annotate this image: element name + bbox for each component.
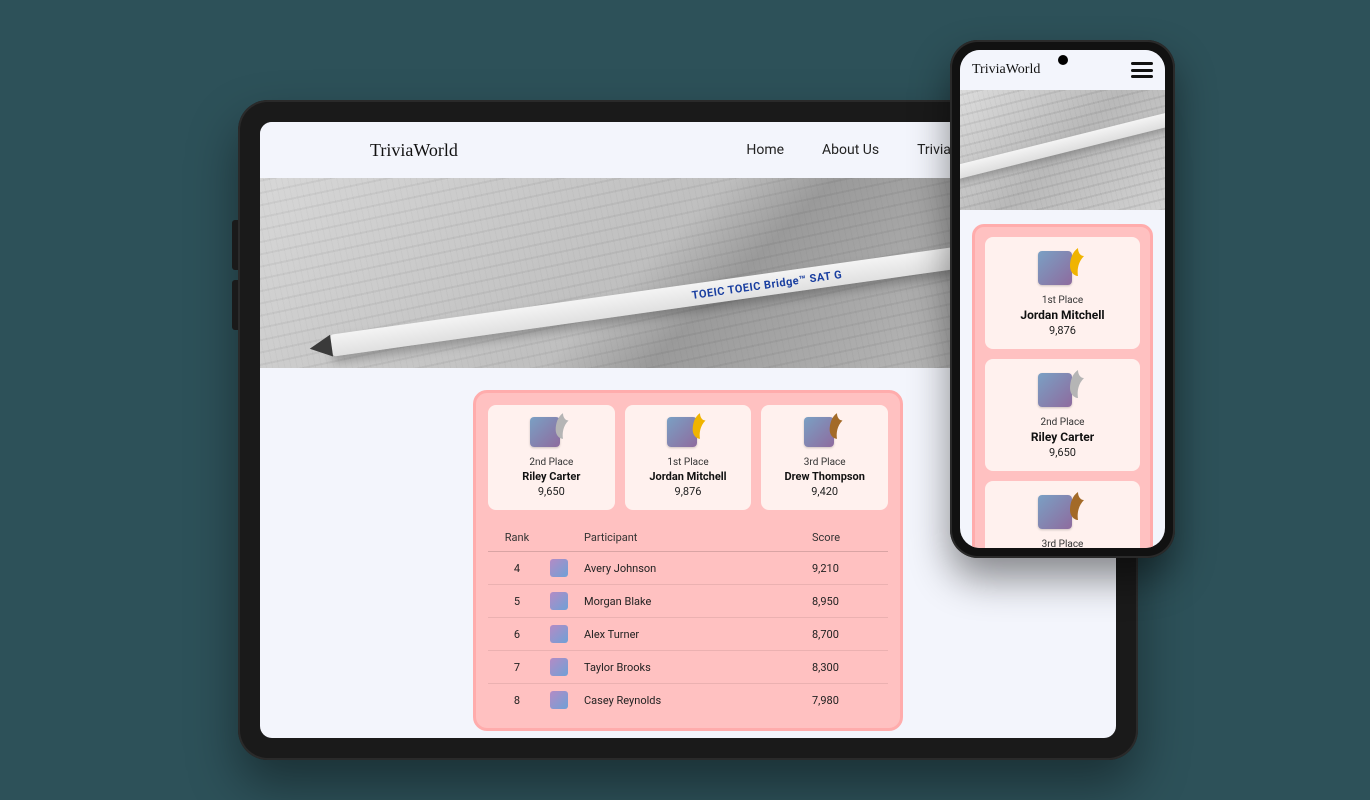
podium-name: Drew Thompson	[784, 470, 864, 483]
podium-card-first[interactable]: 1st Place Jordan Mitchell 9,876	[625, 405, 752, 510]
avatar-wrap	[802, 415, 848, 453]
avatar-wrap	[1036, 249, 1090, 291]
cell-name: Casey Reynolds	[584, 694, 802, 707]
table-row[interactable]: 5 Morgan Blake 8,950	[488, 585, 888, 618]
avatar-wrap	[528, 415, 574, 453]
avatar-icon	[550, 625, 568, 643]
laurel-bronze-icon	[1066, 489, 1090, 523]
cell-rank: 7	[494, 661, 540, 674]
table-row[interactable]: 4 Avery Johnson 9,210	[488, 552, 888, 585]
podium-card-third[interactable]: 3rd Place Drew Thompson 9,420	[761, 405, 888, 510]
podium-card-second[interactable]: 2nd Place Riley Carter 9,650	[985, 359, 1140, 471]
header-participant: Participant	[584, 531, 802, 544]
avatar-wrap	[1036, 371, 1090, 413]
table-header-row: Rank Participant Score	[488, 524, 888, 552]
cell-rank: 5	[494, 595, 540, 608]
podium-row: 2nd Place Riley Carter 9,650 1st Place J…	[488, 405, 888, 510]
hero-pencil-text: TOEIC TOEIC Bridge™ SAT G	[691, 268, 843, 302]
podium-card-first[interactable]: 1st Place Jordan Mitchell 9,876	[985, 237, 1140, 349]
table-row[interactable]: 7 Taylor Brooks 8,300	[488, 651, 888, 684]
cell-score: 8,700	[812, 628, 882, 641]
laurel-bronze-icon	[826, 411, 848, 441]
phone-screen: TriviaWorld 1st Place Jordan Mitchell 9,…	[960, 50, 1165, 548]
nav-link-about[interactable]: About Us	[822, 142, 879, 158]
podium-score: 9,876	[675, 485, 702, 498]
phone-device-frame: TriviaWorld 1st Place Jordan Mitchell 9,…	[950, 40, 1175, 558]
avatar-icon	[550, 658, 568, 676]
cell-name: Avery Johnson	[584, 562, 802, 575]
cell-score: 7,980	[812, 694, 882, 707]
cell-score: 8,950	[812, 595, 882, 608]
laurel-gold-icon	[689, 411, 711, 441]
cell-name: Alex Turner	[584, 628, 802, 641]
avatar-icon	[550, 559, 568, 577]
cell-name: Taylor Brooks	[584, 661, 802, 674]
leaderboard-card: 2nd Place Riley Carter 9,650 1st Place J…	[473, 390, 903, 731]
hero-pencil	[960, 110, 1165, 181]
cell-name: Morgan Blake	[584, 595, 802, 608]
podium-place-label: 3rd Place	[1042, 539, 1084, 548]
podium-score: 9,876	[1049, 324, 1076, 337]
avatar-icon	[550, 691, 568, 709]
avatar-wrap	[665, 415, 711, 453]
podium-score: 9,650	[1049, 446, 1076, 459]
header-score: Score	[812, 531, 882, 544]
podium-place-label: 3rd Place	[804, 457, 846, 468]
brand-logo[interactable]: TriviaWorld	[972, 62, 1040, 78]
laurel-silver-icon	[1066, 367, 1090, 401]
laurel-silver-icon	[552, 411, 574, 441]
leaderboard-table: Rank Participant Score 4 Avery Johnson 9…	[488, 524, 888, 716]
podium-score: 9,420	[811, 485, 838, 498]
table-row[interactable]: 8 Casey Reynolds 7,980	[488, 684, 888, 716]
podium-name: Riley Carter	[1031, 430, 1094, 444]
podium-name: Riley Carter	[522, 470, 580, 483]
leaderboard-card: 1st Place Jordan Mitchell 9,876 2nd Plac…	[972, 224, 1153, 548]
hero-pencil: TOEIC TOEIC Bridge™ SAT G	[330, 234, 1054, 357]
podium-name: Jordan Mitchell	[649, 470, 726, 483]
podium-name: Jordan Mitchell	[1020, 308, 1104, 322]
laurel-gold-icon	[1066, 245, 1090, 279]
cell-score: 8,300	[812, 661, 882, 674]
podium-place-label: 2nd Place	[1041, 417, 1085, 428]
nav-link-home[interactable]: Home	[746, 142, 784, 158]
podium-card-second[interactable]: 2nd Place Riley Carter 9,650	[488, 405, 615, 510]
avatar-icon	[550, 592, 568, 610]
cell-rank: 4	[494, 562, 540, 575]
podium-place-label: 2nd Place	[529, 457, 573, 468]
brand-logo[interactable]: TriviaWorld	[370, 140, 458, 161]
cell-score: 9,210	[812, 562, 882, 575]
hero-image	[960, 90, 1165, 210]
table-row[interactable]: 6 Alex Turner 8,700	[488, 618, 888, 651]
hamburger-menu-icon[interactable]	[1131, 62, 1153, 78]
header-rank: Rank	[494, 531, 540, 544]
podium-place-label: 1st Place	[667, 457, 708, 468]
nav-link-trivia[interactable]: Trivia	[917, 142, 951, 158]
podium-place-label: 1st Place	[1042, 295, 1083, 306]
podium-score: 9,650	[538, 485, 565, 498]
avatar-wrap	[1036, 493, 1090, 535]
podium-card-third[interactable]: 3rd Place Drew Thompson 9,420	[985, 481, 1140, 548]
cell-rank: 8	[494, 694, 540, 707]
cell-rank: 6	[494, 628, 540, 641]
mobile-navbar: TriviaWorld	[960, 50, 1165, 90]
